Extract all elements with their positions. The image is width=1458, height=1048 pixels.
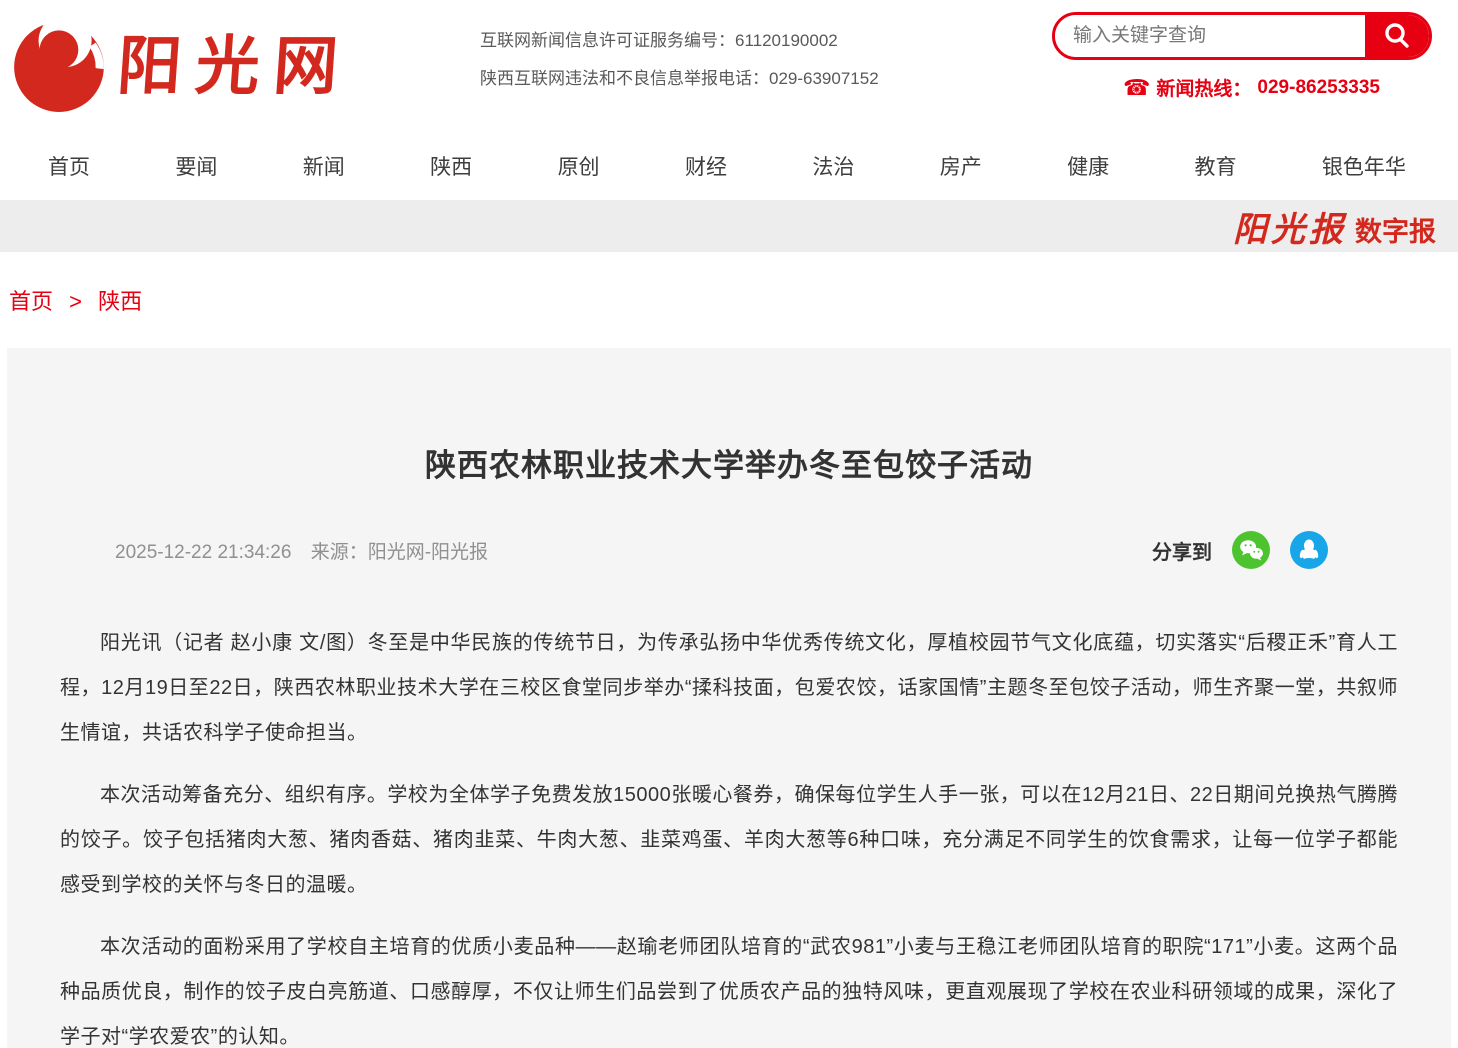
- report-line: 陕西互联网违法和不良信息举报电话：029-63907152: [480, 60, 879, 98]
- share-bar: 分享到: [1152, 531, 1328, 569]
- phone-icon: ☎: [1123, 77, 1150, 99]
- source-name: 阳光网-阳光报: [368, 542, 488, 563]
- search-input[interactable]: [1055, 15, 1365, 57]
- site-logo[interactable]: 阳光网: [10, 8, 352, 114]
- sun-logo-icon: [10, 8, 112, 114]
- nav-item-jiaoyu[interactable]: 教育: [1195, 151, 1237, 181]
- search-box: [1052, 12, 1432, 60]
- article-source: 来源：阳光网-阳光报: [311, 542, 488, 563]
- nav-item-xinwen[interactable]: 新闻: [303, 151, 345, 181]
- nav-item-fangchan[interactable]: 房产: [940, 151, 982, 181]
- breadcrumb-shaanxi[interactable]: 陕西: [98, 289, 142, 314]
- breadcrumb: 首页 > 陕西: [0, 284, 1458, 316]
- digital-paper-logo: 阳光报: [1233, 202, 1347, 251]
- share-label: 分享到: [1152, 536, 1212, 565]
- site-header: 阳光网 互联网新闻信息许可证服务编号：61120190002 陕西互联网违法和不…: [0, 0, 1458, 132]
- qq-share-button[interactable]: [1290, 531, 1328, 569]
- search-icon: [1382, 21, 1412, 51]
- article-title: 陕西农林职业技术大学举办冬至包饺子活动: [60, 440, 1398, 485]
- nav-item-yuanchuang[interactable]: 原创: [558, 151, 600, 181]
- search-button[interactable]: [1365, 15, 1429, 57]
- article-paragraph-2: 本次活动筹备充分、组织有序。学校为全体学子免费发放15000张暖心餐券，确保每位…: [60, 773, 1398, 908]
- nav-item-fazhi[interactable]: 法治: [812, 151, 854, 181]
- nav-item-yinse-nianhua[interactable]: 银色年华: [1322, 151, 1406, 181]
- nav-item-jiankang[interactable]: 健康: [1067, 151, 1109, 181]
- wechat-icon: [1238, 537, 1264, 563]
- publish-datetime: 2025-12-22 21:34:26: [115, 542, 291, 563]
- nav-item-home[interactable]: 首页: [48, 151, 90, 181]
- nav-item-yaowen[interactable]: 要闻: [175, 151, 217, 181]
- license-info: 互联网新闻信息许可证服务编号：61120190002 陕西互联网违法和不良信息举…: [480, 22, 879, 98]
- article-body: 阳光讯（记者 赵小康 文/图）冬至是中华民族的传统节日，为传承弘扬中华优秀传统文…: [60, 621, 1398, 1048]
- digital-paper-label: 数字报: [1355, 210, 1436, 249]
- hotline-label: 新闻热线：: [1156, 74, 1251, 101]
- main-nav: 首页 要闻 新闻 陕西 原创 财经 法治 房产 健康 教育 银色年华: [0, 132, 1458, 200]
- article-paragraph-1: 阳光讯（记者 赵小康 文/图）冬至是中华民族的传统节日，为传承弘扬中华优秀传统文…: [60, 621, 1398, 756]
- qq-icon: [1296, 537, 1322, 563]
- news-hotline: ☎ 新闻热线： 029-86253335: [1052, 74, 1432, 101]
- breadcrumb-home[interactable]: 首页: [9, 289, 53, 314]
- license-line: 互联网新闻信息许可证服务编号：61120190002: [480, 22, 879, 60]
- article-paragraph-3: 本次活动的面粉采用了学校自主培育的优质小麦品种——赵瑜老师团队培育的“武农981…: [60, 925, 1398, 1048]
- article-meta-row: 2025-12-22 21:34:26 来源：阳光网-阳光报 分享到: [60, 531, 1398, 569]
- article-meta: 2025-12-22 21:34:26 来源：阳光网-阳光报: [115, 537, 488, 564]
- source-label: 来源：: [311, 542, 368, 563]
- hotline-number: 029-86253335: [1257, 77, 1380, 99]
- breadcrumb-separator: >: [69, 289, 82, 314]
- wechat-share-button[interactable]: [1232, 531, 1270, 569]
- article-container: 陕西农林职业技术大学举办冬至包饺子活动 2025-12-22 21:34:26 …: [7, 348, 1451, 1048]
- nav-item-shaanxi[interactable]: 陕西: [430, 151, 472, 181]
- digital-paper-link[interactable]: 阳光报 数字报: [1233, 202, 1436, 251]
- digital-paper-strip: 阳光报 数字报: [0, 200, 1458, 252]
- search-area: ☎ 新闻热线： 029-86253335: [1052, 12, 1432, 101]
- site-logo-text: 阳光网: [115, 15, 355, 107]
- nav-item-caijing[interactable]: 财经: [685, 151, 727, 181]
